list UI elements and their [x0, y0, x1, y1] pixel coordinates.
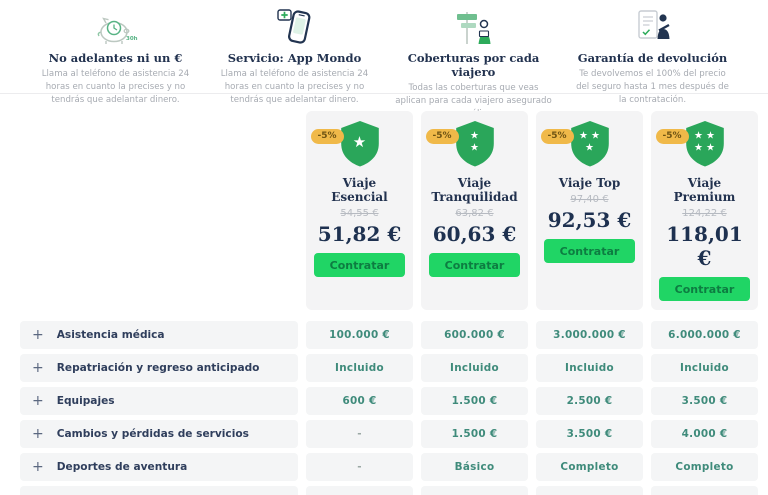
expand-plus-icon[interactable]: + [32, 427, 44, 441]
contratar-button[interactable]: Contratar [659, 277, 750, 301]
row-label: Asistencia médica [56, 329, 165, 341]
plan-stars: ★ ★ ★ [579, 130, 600, 154]
expand-plus-icon[interactable]: + [32, 361, 44, 375]
coverage-row-cambios-perdidas: + Cambios y pérdidas de servicios - 1.50… [20, 420, 758, 448]
old-price: 97,40 € [570, 194, 609, 205]
plan-card-tranquilidad: -5% ★ ★ Viaje Tranquilidad 63,82 € 60,63 … [421, 111, 528, 310]
current-price: 118,01 € [666, 222, 743, 270]
coverage-row-deportes-aventura: + Deportes de aventura - Básico Completo… [20, 453, 758, 481]
coverage-value: Incluido [651, 486, 758, 495]
row-expander[interactable]: + Asistencia médica [20, 321, 298, 349]
signpost-icon [394, 5, 553, 47]
coverage-value: - [306, 486, 413, 495]
coverage-value: Incluido [651, 354, 758, 382]
phone-app-icon [215, 5, 374, 47]
features-bar: 30h No adelantes ni un € Llama al teléfo… [0, 0, 768, 119]
plan-stars: ★ [352, 132, 367, 151]
coverage-value: 3.500 € [651, 387, 758, 415]
coverage-value: - [306, 453, 413, 481]
row-expander[interactable]: + Repatriación y regreso anticipado [20, 354, 298, 382]
coverage-value: 600.000 € [421, 321, 528, 349]
plan-card-top: -5% ★ ★ ★ Viaje Top 97,40 € 92,53 € Contra… [536, 111, 643, 310]
row-label: Repatriación y regreso anticipado [56, 362, 260, 374]
coverage-value: 600 € [306, 387, 413, 415]
plan-name: Viaje Tranquilidad [431, 176, 518, 204]
row-expander[interactable]: + Equipajes [20, 387, 298, 415]
document-icon [573, 5, 732, 47]
coverage-value: 3.000.000 € [536, 321, 643, 349]
plan-stars: ★ ★ ★ ★ [694, 130, 715, 154]
plan-stars: ★ ★ [470, 130, 479, 154]
coverage-value: - [306, 420, 413, 448]
feature-title: Servicio: App Mondo [227, 51, 362, 65]
plan-name: Viaje Top [558, 176, 621, 190]
coverage-value: - [421, 486, 528, 495]
coverage-value: 1.500 € [421, 420, 528, 448]
row-expander[interactable]: + Cambios y pérdidas de servicios [20, 420, 298, 448]
discount-badge: -5% [310, 129, 344, 144]
contratar-button[interactable]: Contratar [429, 253, 520, 277]
row-label: Equipajes [56, 395, 115, 407]
coverage-value: Incluido [536, 486, 643, 495]
coverage-value: Incluido [536, 354, 643, 382]
feature-app-mondo: Servicio: App Mondo Llama al teléfono de… [205, 5, 384, 121]
coverage-value: Básico [421, 453, 528, 481]
feature-description: Llama al teléfono de asistencia 24 horas… [41, 69, 190, 105]
svg-text:30h: 30h [126, 36, 138, 42]
discount-badge: -5% [655, 129, 689, 144]
plan-name: Viaje Esencial [331, 176, 388, 204]
expand-plus-icon[interactable]: + [32, 460, 44, 474]
old-price: 63,82 € [455, 208, 494, 219]
coverage-value: Incluido [421, 354, 528, 382]
piggy-bank-icon: 30h [36, 5, 195, 47]
coverage-value: 4.000 € [651, 420, 758, 448]
plan-card-esencial: -5% ★ Viaje Esencial 54,55 € 51,82 € Con… [306, 111, 413, 310]
feature-description: Llama al teléfono de asistencia 24 horas… [220, 69, 369, 105]
expand-plus-icon[interactable]: + [32, 394, 44, 408]
contratar-button[interactable]: Contratar [544, 239, 635, 263]
row-label: Cambios y pérdidas de servicios [56, 428, 249, 440]
old-price: 54,55 € [340, 208, 379, 219]
coverage-value: 1.500 € [421, 387, 528, 415]
feature-title: Garantía de devolución [577, 51, 728, 65]
plan-cards-row: -5% ★ Viaje Esencial 54,55 € 51,82 € Con… [20, 111, 758, 310]
row-expander[interactable]: + Deportes de aventura [20, 453, 298, 481]
coverage-value: Completo [536, 453, 643, 481]
feature-no-advance: 30h No adelantes ni un € Llama al teléfo… [26, 5, 205, 121]
plan-card-premium: -5% ★ ★ ★ ★ Viaje Premium 124,22 € 118,01 €… [651, 111, 758, 310]
cards-row-spacer [20, 111, 298, 310]
contratar-button[interactable]: Contratar [314, 253, 405, 277]
feature-title: No adelantes ni un € [48, 51, 183, 65]
coverage-value: 6.000.000 € [651, 321, 758, 349]
coverage-value: Completo [651, 453, 758, 481]
current-price: 92,53 € [547, 208, 632, 232]
coverage-row-crucero: + Crucero - - Incluido Incluido [20, 486, 758, 495]
discount-badge: -5% [540, 129, 574, 144]
coverage-value: 100.000 € [306, 321, 413, 349]
old-price: 124,22 € [682, 208, 727, 219]
row-label: Deportes de aventura [56, 461, 188, 473]
coverage-value: Incluido [306, 354, 413, 382]
discount-badge: -5% [425, 129, 459, 144]
feature-title: Coberturas por cada viajero [407, 51, 540, 79]
current-price: 60,63 € [432, 222, 517, 246]
expand-plus-icon[interactable]: + [32, 328, 44, 342]
coverage-row-equipajes: + Equipajes 600 € 1.500 € 2.500 € 3.500 … [20, 387, 758, 415]
coverage-row-repatriacion: + Repatriación y regreso anticipado Incl… [20, 354, 758, 382]
row-expander[interactable]: + Crucero [20, 486, 298, 495]
feature-coverage-per-traveler: Coberturas por cada viajero Todas las co… [384, 5, 563, 121]
feature-description: Te devolvemos el 100% del precio del seg… [576, 69, 729, 105]
coverage-value: 3.500 € [536, 420, 643, 448]
coverage-row-asistencia-medica: + Asistencia médica 100.000 € 600.000 € … [20, 321, 758, 349]
current-price: 51,82 € [317, 222, 402, 246]
plan-name: Viaje Premium [673, 176, 736, 204]
feature-refund-guarantee: Garantía de devolución Te devolvemos el … [563, 5, 742, 121]
coverage-value: 2.500 € [536, 387, 643, 415]
